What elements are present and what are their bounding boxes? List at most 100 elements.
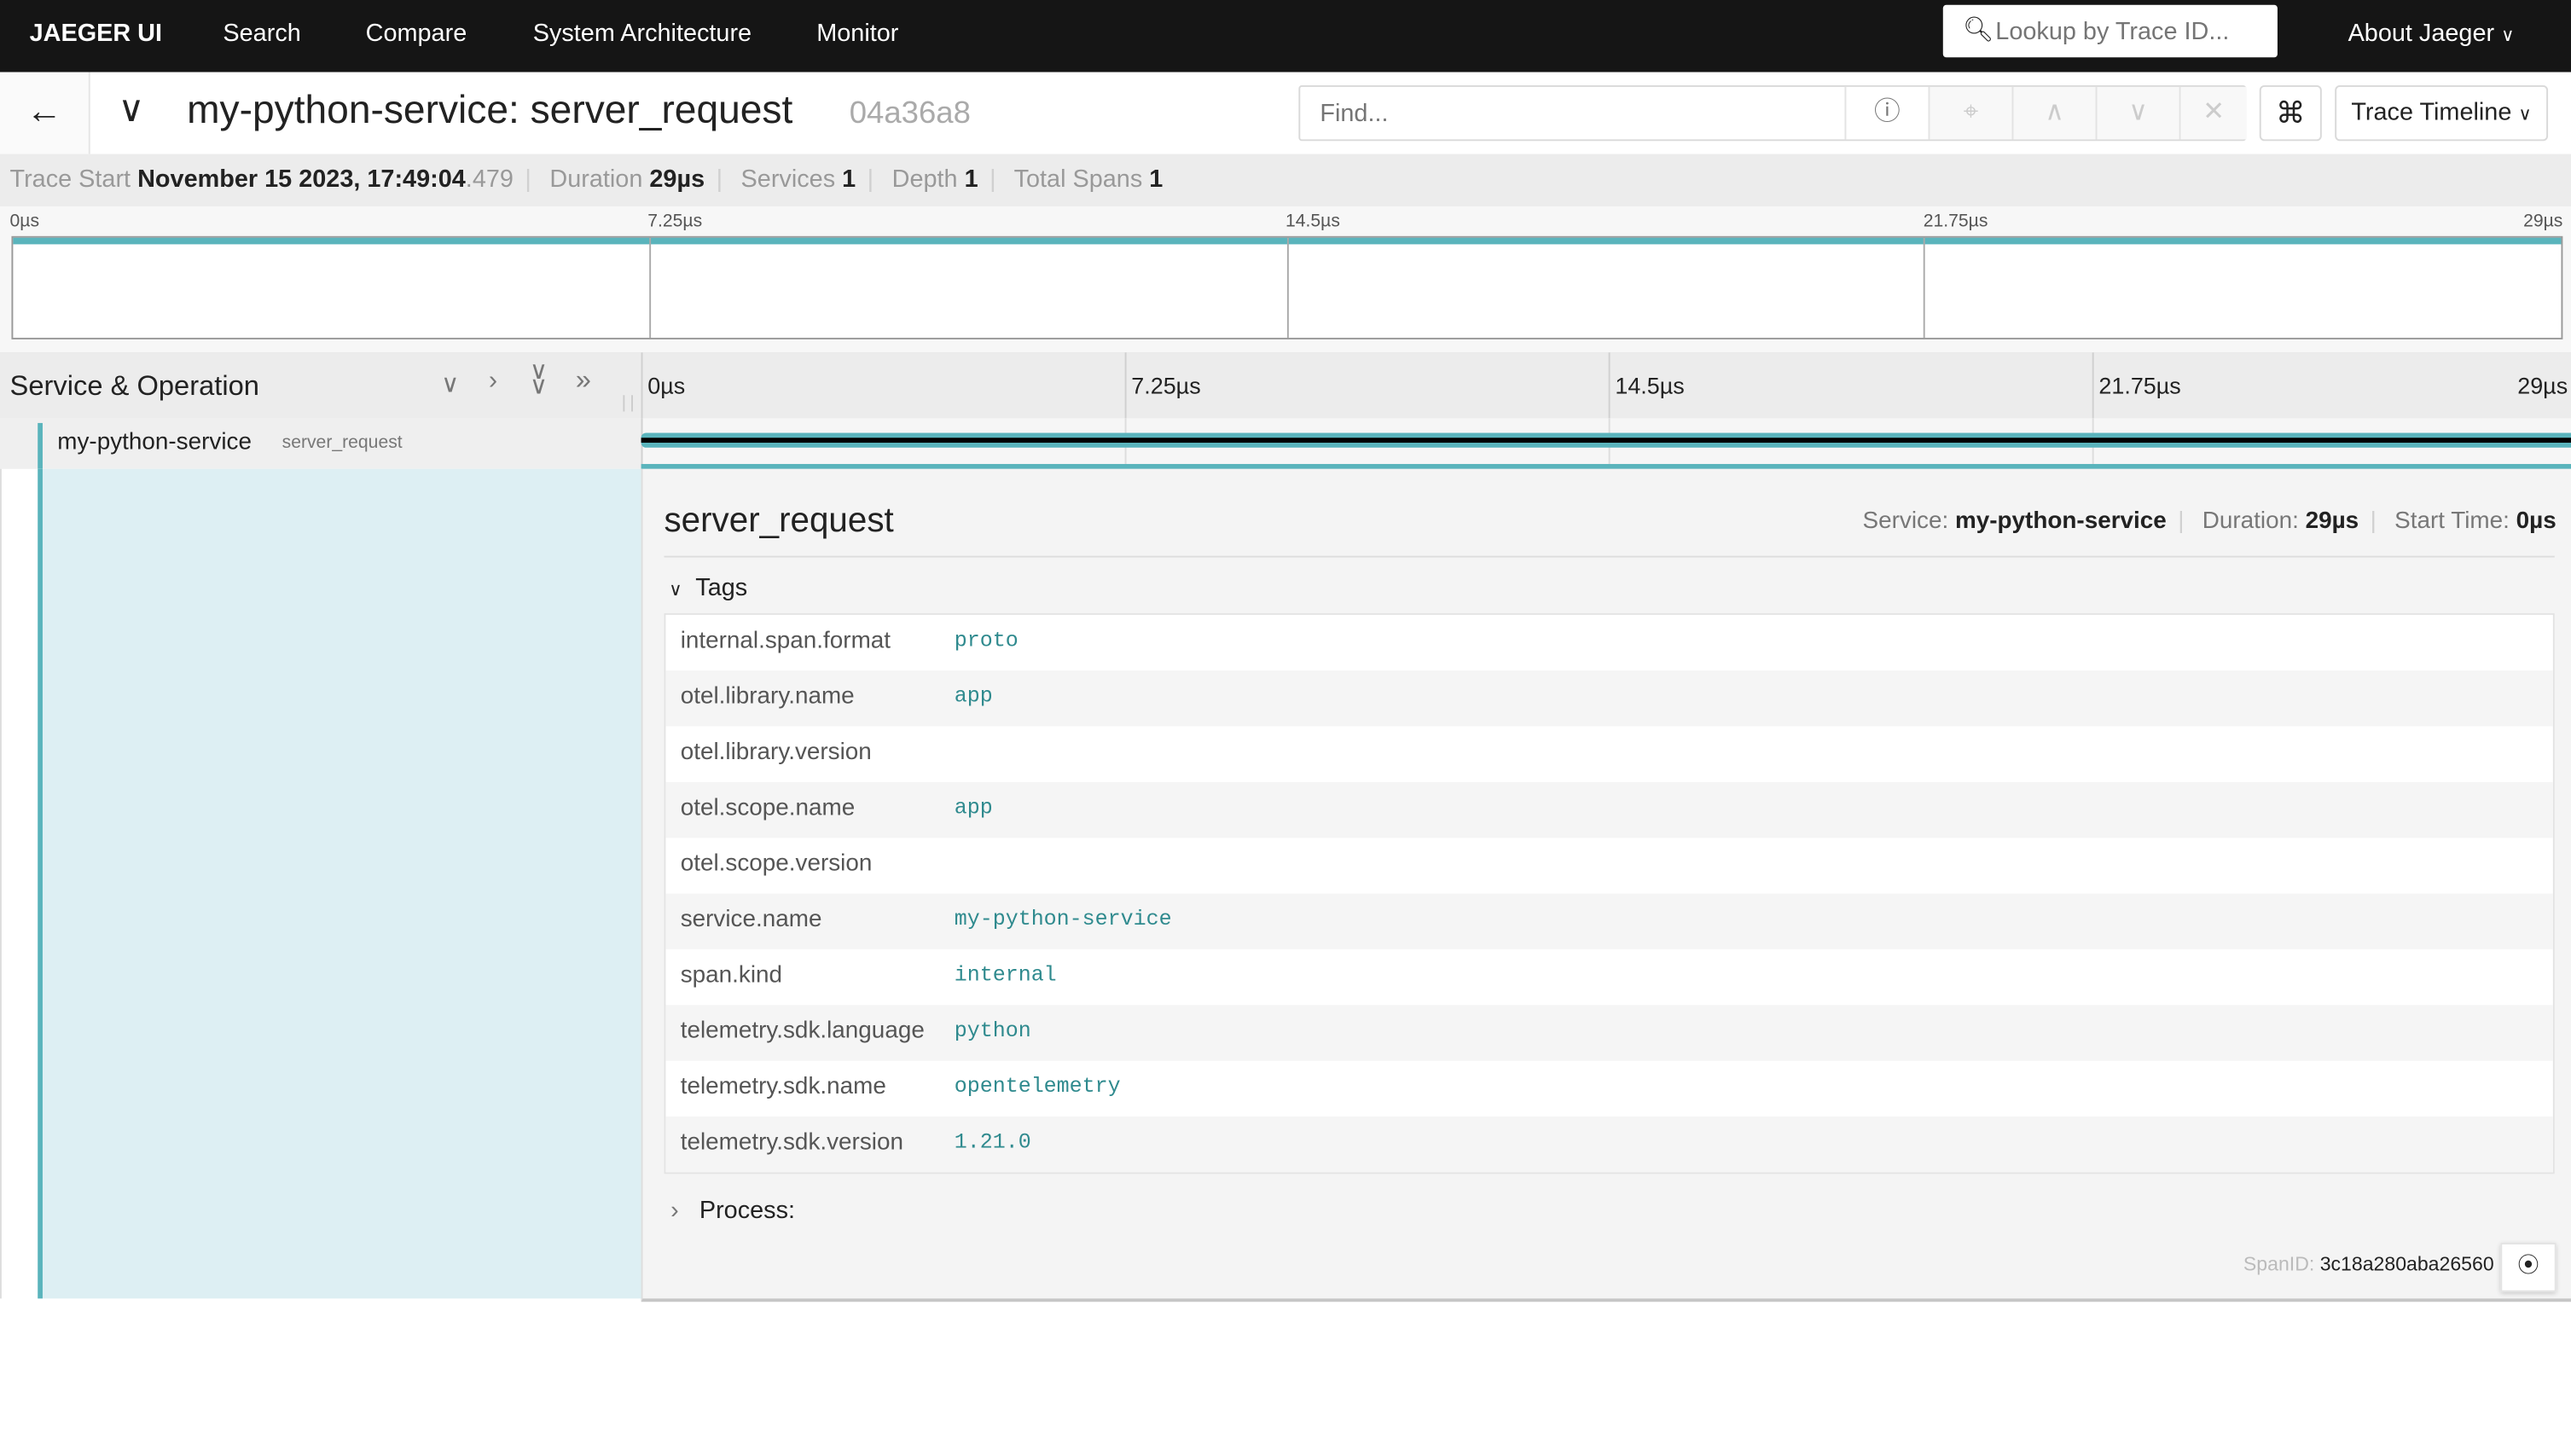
search-icon: 🔍︎ — [1962, 16, 1994, 44]
expand-all-icon[interactable]: » — [576, 364, 591, 397]
tag-row[interactable]: service.name my-python-service — [665, 893, 2553, 949]
trace-lookup[interactable]: 🔍︎ — [1942, 4, 2278, 58]
depth-label: Depth — [891, 165, 958, 194]
span-id-value: 3c18a280aba26560 — [2319, 1252, 2494, 1276]
tag-value: app — [954, 795, 993, 821]
tag-key: service.name — [680, 906, 822, 933]
gridline — [1124, 352, 1127, 419]
chevron-down-icon: ∨ — [2501, 26, 2515, 46]
trace-start-label: Trace Start — [9, 165, 131, 194]
tag-key: internal.span.format — [680, 628, 891, 654]
span-bar-inner — [641, 438, 2571, 443]
divider — [641, 352, 643, 419]
tag-row[interactable]: telemetry.sdk.name opentelemetry — [665, 1061, 2552, 1117]
chevron-down-icon: ∨ — [2518, 105, 2532, 125]
service-value: my-python-service — [1954, 508, 2167, 535]
find-box: ⓘ ⌖ ∧ ∨ ✕ — [1298, 84, 2247, 142]
tag-key: telemetry.sdk.language — [680, 1018, 925, 1045]
collapse-one-icon[interactable]: ∨ — [441, 368, 459, 398]
trace-start-ms: .479 — [465, 165, 514, 194]
tag-row[interactable]: otel.library.name app — [665, 670, 2553, 727]
minimap-tick: 21.75µs — [1923, 211, 1988, 232]
process-toggle[interactable]: › Process: — [670, 1197, 795, 1225]
divider — [664, 555, 2555, 558]
expand-one-icon[interactable]: › — [489, 368, 497, 397]
minimap-gridline — [649, 237, 652, 338]
timeline-header: Service & Operation ∨ › ∨ ∨ » 0µs 7.25µs … — [0, 352, 2571, 421]
timeline-tick: 21.75µs — [2098, 372, 2181, 399]
brand-logo[interactable]: JAEGER UI — [30, 20, 162, 48]
tag-value: opentelemetry — [954, 1074, 1121, 1099]
tag-key: telemetry.sdk.name — [680, 1074, 886, 1100]
tag-key: telemetry.sdk.version — [680, 1129, 903, 1157]
help-icon[interactable]: ⓘ — [1844, 86, 1929, 140]
minimap-tick: 7.25µs — [647, 211, 703, 232]
span-row[interactable]: my-python-service server_request — [0, 418, 2571, 471]
tags-table: internal.span.format proto otel.library.na… — [664, 612, 2555, 1175]
span-bar[interactable] — [641, 432, 2571, 448]
tag-row[interactable]: otel.library.version — [665, 727, 2552, 782]
minimap-tick: 14.5µs — [1285, 211, 1340, 232]
service-label: Service: — [1862, 508, 1949, 535]
process-label: Process: — [699, 1197, 796, 1225]
trace-summary: Trace Start November 15 2023, 17:49:04.4… — [0, 154, 2571, 207]
total-spans-value: 1 — [1149, 165, 1164, 194]
find-input[interactable] — [1316, 98, 1832, 130]
chevron-right-icon: › — [670, 1197, 679, 1225]
tag-row[interactable]: telemetry.sdk.version 1.21.0 — [665, 1117, 2553, 1173]
prev-result-icon[interactable]: ∧ — [2011, 86, 2096, 140]
trace-id: 04a36a8 — [849, 96, 971, 131]
column-resize-handle[interactable] — [623, 395, 633, 412]
trace-title-bar: ← ∨ my-python-service: server_request 04… — [0, 72, 2571, 156]
view-mode-label: Trace Timeline — [2351, 98, 2512, 127]
link-icon: ⦿ — [2517, 1252, 2539, 1278]
copy-link-button[interactable]: ⦿ — [2500, 1243, 2556, 1292]
timeline-tick: 14.5µs — [1615, 372, 1685, 399]
collapse-all-icon[interactable]: ∨ ∨ — [530, 359, 548, 398]
tags-toggle[interactable]: ∨ Tags — [669, 574, 747, 602]
trace-title: my-python-service: server_request — [187, 88, 793, 133]
tag-row[interactable]: otel.scope.name app — [665, 781, 2553, 838]
nav-search[interactable]: Search — [223, 20, 300, 48]
span-detail-panel: server_request Service: my-python-servic… — [641, 468, 2571, 1302]
duration-label: Duration: — [2202, 508, 2299, 535]
keyboard-shortcuts-button[interactable]: ⌘ — [2259, 84, 2322, 142]
next-result-icon[interactable]: ∨ — [2095, 86, 2179, 140]
timeline-tick: 0µs — [647, 372, 686, 399]
duration-value: 29µs — [2305, 508, 2359, 535]
back-button[interactable]: ← — [0, 72, 90, 154]
clear-search-icon[interactable]: ✕ — [2179, 86, 2247, 140]
tag-row[interactable]: otel.scope.version — [665, 838, 2552, 893]
top-navbar: JAEGER UI Search Compare System Architec… — [0, 0, 2571, 73]
span-operation-name: server_request — [281, 432, 403, 453]
tag-value: python — [954, 1018, 1031, 1043]
trace-minimap[interactable]: 0µs 7.25µs 14.5µs 21.75µs 29µs — [0, 206, 2571, 355]
nav-system-architecture[interactable]: System Architecture — [533, 20, 752, 48]
nav-compare[interactable]: Compare — [366, 20, 467, 48]
trace-id-input[interactable] — [1992, 16, 2270, 48]
tag-key: otel.scope.name — [680, 795, 856, 822]
tag-row[interactable]: internal.span.format proto — [665, 615, 2552, 670]
about-jaeger-menu[interactable]: About Jaeger ∨ — [2348, 20, 2515, 48]
tag-key: otel.scope.version — [680, 850, 873, 878]
minimap-canvas — [11, 235, 2563, 339]
span-id: SpanID: 3c18a280aba26560 — [2243, 1253, 2494, 1276]
gridline — [2092, 352, 2094, 419]
tag-row[interactable]: span.kind internal — [665, 949, 2552, 1005]
service-color-bar — [38, 422, 43, 469]
nav-monitor[interactable]: Monitor — [816, 20, 898, 48]
start-time-value: 0µs — [2516, 508, 2556, 535]
tag-value: internal — [954, 962, 1057, 988]
tag-key: otel.library.name — [680, 683, 855, 711]
locate-icon[interactable]: ⌖ — [1928, 86, 2012, 140]
tag-row[interactable]: telemetry.sdk.language python — [665, 1005, 2553, 1061]
view-mode-dropdown[interactable]: Trace Timeline ∨ — [2335, 84, 2549, 142]
collapse-chevron-icon[interactable]: ∨ — [118, 89, 144, 131]
span-detail-gutter — [0, 468, 641, 1299]
about-label: About Jaeger — [2348, 20, 2495, 48]
tag-value: my-python-service — [954, 906, 1172, 931]
span-name-cell[interactable]: my-python-service server_request — [0, 418, 643, 469]
services-value: 1 — [842, 165, 856, 194]
services-label: Services — [740, 165, 836, 194]
minimap-tick: 0µs — [9, 211, 40, 232]
